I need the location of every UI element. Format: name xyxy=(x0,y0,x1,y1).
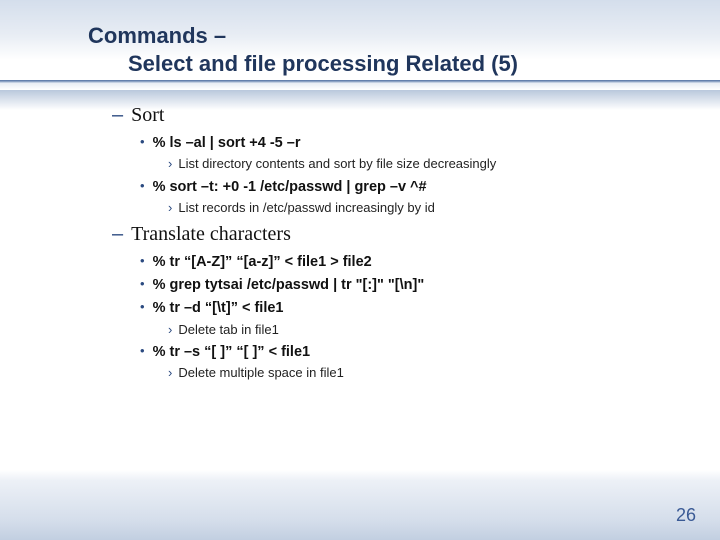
command-text: % grep tytsai /etc/passwd | tr "[:]" "[\… xyxy=(153,275,425,295)
bullet-icon: • xyxy=(140,298,145,318)
description-text: Delete multiple space in file1 xyxy=(178,364,343,382)
list-item: • % tr –s “[ ]” “[ ]” < file1 xyxy=(140,342,672,362)
list-item: • % grep tytsai /etc/passwd | tr "[:]" "… xyxy=(140,275,672,295)
title-line2: Select and file processing Related (5) xyxy=(128,50,518,78)
section-title: Sort xyxy=(131,104,164,127)
bullet-icon: • xyxy=(140,342,145,362)
chevron-icon: › xyxy=(168,155,172,173)
command-text: % ls –al | sort +4 -5 –r xyxy=(153,133,301,153)
command-text: % sort –t: +0 -1 /etc/passwd | grep –v ^… xyxy=(153,177,427,197)
chevron-icon: › xyxy=(168,199,172,217)
description-text: List records in /etc/passwd increasingly… xyxy=(178,199,435,217)
description-text: List directory contents and sort by file… xyxy=(178,155,496,173)
page-number: 26 xyxy=(676,505,696,526)
chevron-icon: › xyxy=(168,321,172,339)
description-text: Delete tab in file1 xyxy=(178,321,278,339)
section-translate: – Translate characters • % tr “[A-Z]” “[… xyxy=(112,223,672,382)
slide-title: Commands – Select and file processing Re… xyxy=(88,22,518,77)
chevron-icon: › xyxy=(168,364,172,382)
title-line1: Commands – xyxy=(88,22,518,50)
section-title: Translate characters xyxy=(131,223,291,246)
sub-item: › Delete tab in file1 xyxy=(168,321,672,339)
bullet-icon: • xyxy=(140,275,145,295)
dash-icon: – xyxy=(112,104,123,127)
bullet-icon: • xyxy=(140,133,145,153)
list-item: • % tr “[A-Z]” “[a-z]” < file1 > file2 xyxy=(140,252,672,272)
sub-item: › List records in /etc/passwd increasing… xyxy=(168,199,672,217)
section-sort: – Sort • % ls –al | sort +4 -5 –r › List… xyxy=(112,104,672,217)
section-heading: – Sort xyxy=(112,104,672,127)
command-text: % tr –d “[\t]” < file1 xyxy=(153,298,284,318)
command-text: % tr –s “[ ]” “[ ]” < file1 xyxy=(153,342,311,362)
command-text: % tr “[A-Z]” “[a-z]” < file1 > file2 xyxy=(153,252,372,272)
bullet-icon: • xyxy=(140,252,145,272)
sub-item: › Delete multiple space in file1 xyxy=(168,364,672,382)
dash-icon: – xyxy=(112,223,123,246)
list-item: • % ls –al | sort +4 -5 –r xyxy=(140,133,672,153)
list-item: • % tr –d “[\t]” < file1 xyxy=(140,298,672,318)
slide-content: – Sort • % ls –al | sort +4 -5 –r › List… xyxy=(112,100,672,388)
sub-item: › List directory contents and sort by fi… xyxy=(168,155,672,173)
section-heading: – Translate characters xyxy=(112,223,672,246)
list-item: • % sort –t: +0 -1 /etc/passwd | grep –v… xyxy=(140,177,672,197)
bullet-icon: • xyxy=(140,177,145,197)
